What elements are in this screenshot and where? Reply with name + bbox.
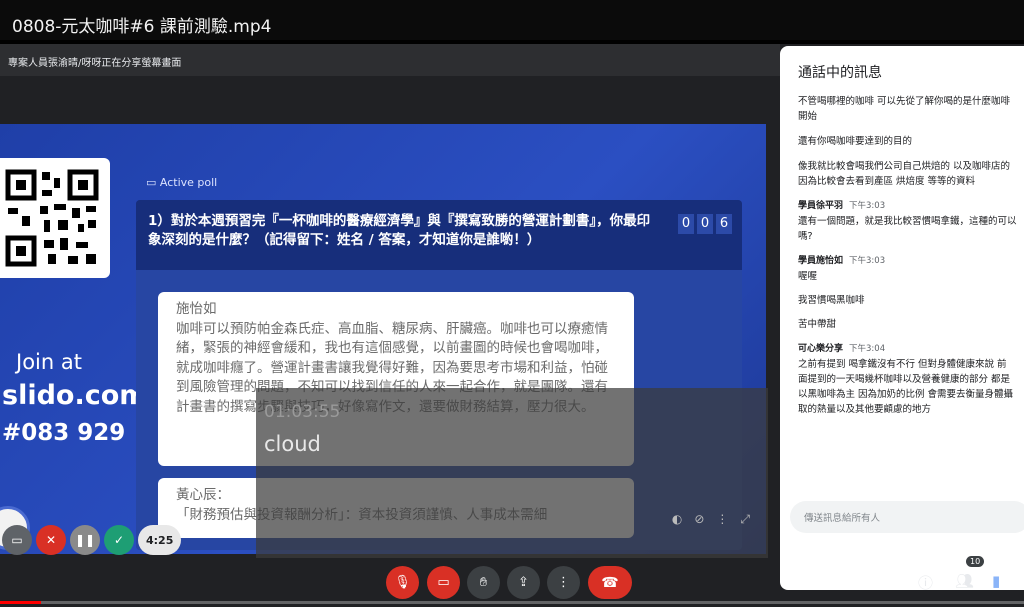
info-icon[interactable]: ⓘ (918, 572, 933, 593)
video-progress-fill (0, 601, 41, 604)
chat-input[interactable]: 傳送訊息給所有人 (790, 501, 1024, 533)
chat-sender: 學員施怡如 下午3:03 (798, 256, 886, 266)
participant-tile-overlay: 01:03:55 cloud ◐ ⊘ ⋮ ⤢ (256, 388, 768, 558)
counter-digit: 0 (697, 214, 713, 234)
pause-icon[interactable]: ❚❚ (70, 525, 100, 555)
recording-time: 4:25 (138, 525, 182, 555)
answer-name: 施怡如 (176, 301, 217, 317)
confirm-icon[interactable]: ✓ (104, 525, 134, 555)
expand-icon[interactable]: ⤢ (740, 512, 750, 527)
chat-messages: 不管喝哪裡的咖啡 可以先從了解你喝的是什麼咖啡 開始 還有你喝咖啡要達到的目的 … (798, 94, 1024, 494)
pin-icon[interactable]: ⋮ (716, 512, 728, 527)
chat-panel: 通話中的訊息 不管喝哪裡的咖啡 可以先從了解你喝的是什麼咖啡 開始 還有你喝咖啡… (780, 46, 1024, 590)
people-icon[interactable]: 👥︎ (955, 572, 974, 590)
active-poll-label: ▭ Active poll (146, 176, 218, 189)
chat-message: 還有你喝咖啡要達到的目的 (798, 136, 913, 147)
event-code: #083 929 (2, 420, 126, 446)
hang-up-button[interactable]: ☎︎ (588, 566, 632, 599)
counter-digit: 0 (678, 214, 694, 234)
chat-message: 學員施怡如 下午3:03 喔喔 我習慣喝黑咖啡 苦中帶甜 (798, 254, 1024, 332)
stop-recording-icon[interactable]: ✕ (36, 525, 66, 555)
participant-count-badge: 10 (966, 556, 985, 567)
response-counter: 0 0 6 (678, 214, 732, 234)
more-options-icon[interactable]: ⋮ (547, 566, 580, 599)
chat-title: 通話中的訊息 (798, 65, 882, 81)
overlay-name: cloud (264, 432, 321, 456)
chat-sender: 學員徐平羽 下午3:03 (798, 201, 886, 211)
overlay-time: 01:03:55 (264, 402, 341, 422)
raise-hand-icon[interactable]: ✋︎ (467, 566, 500, 599)
chat-message: 不管喝哪裡的咖啡 可以先從了解你喝的是什麼咖啡 開始 (798, 96, 1011, 122)
video-title: 0808-元太咖啡#6 課前測驗.mp4 (12, 17, 272, 37)
join-label: Join at (16, 350, 82, 374)
video-title-bar: 0808-元太咖啡#6 課前測驗.mp4 (0, 0, 1024, 40)
camera-off-icon[interactable]: ⊘ (694, 512, 704, 527)
slido-site: slido.com (2, 380, 148, 411)
present-icon[interactable]: ⇪ (507, 566, 540, 599)
chat-message: 像我就比較會喝我們公司自己烘焙的 以及咖啡店的 因為比較會去看到產區 烘焙度 等… (798, 161, 1011, 187)
mute-icon[interactable]: ◐ (672, 512, 682, 527)
poll-icon: ▭ (146, 176, 160, 189)
screen-icon[interactable]: ▭ (2, 525, 32, 555)
tile-controls: ◐ ⊘ ⋮ ⤢ (672, 512, 750, 527)
presenting-text: 專案人員張渝晴/呀呀正在分享螢幕畫面 (8, 58, 182, 69)
camera-off-icon[interactable]: ▭ (427, 566, 460, 599)
poll-question: 1）對於本週預習完『一杯咖啡的醫療經濟學』與『撰寫致勝的營運計劃書』，你最印象深… (136, 200, 742, 270)
chat-sender: 可心樂分享 下午3:04 (798, 344, 886, 354)
chat-icon[interactable]: ▮ (992, 572, 1000, 590)
presenting-banner: 專案人員張渝晴/呀呀正在分享螢幕畫面 (0, 44, 780, 76)
qr-code (0, 158, 110, 278)
chat-message: 可心樂分享 下午3:04 之前有提到 喝拿鐵沒有不行 但對身體健康來說 前 面提到… (798, 342, 1024, 417)
recorder-controls: ▭ ✕ ❚❚ ✓ 4:25 (0, 522, 182, 558)
counter-digit: 6 (716, 214, 732, 234)
chat-message: 學員徐平羽 下午3:03 還有一個問題，就是我比較習慣喝拿鐵，這種的可以 嗎? (798, 199, 1024, 244)
mic-off-icon[interactable]: 🎙︎ (386, 566, 419, 599)
video-progress-bar[interactable] (0, 601, 1024, 604)
